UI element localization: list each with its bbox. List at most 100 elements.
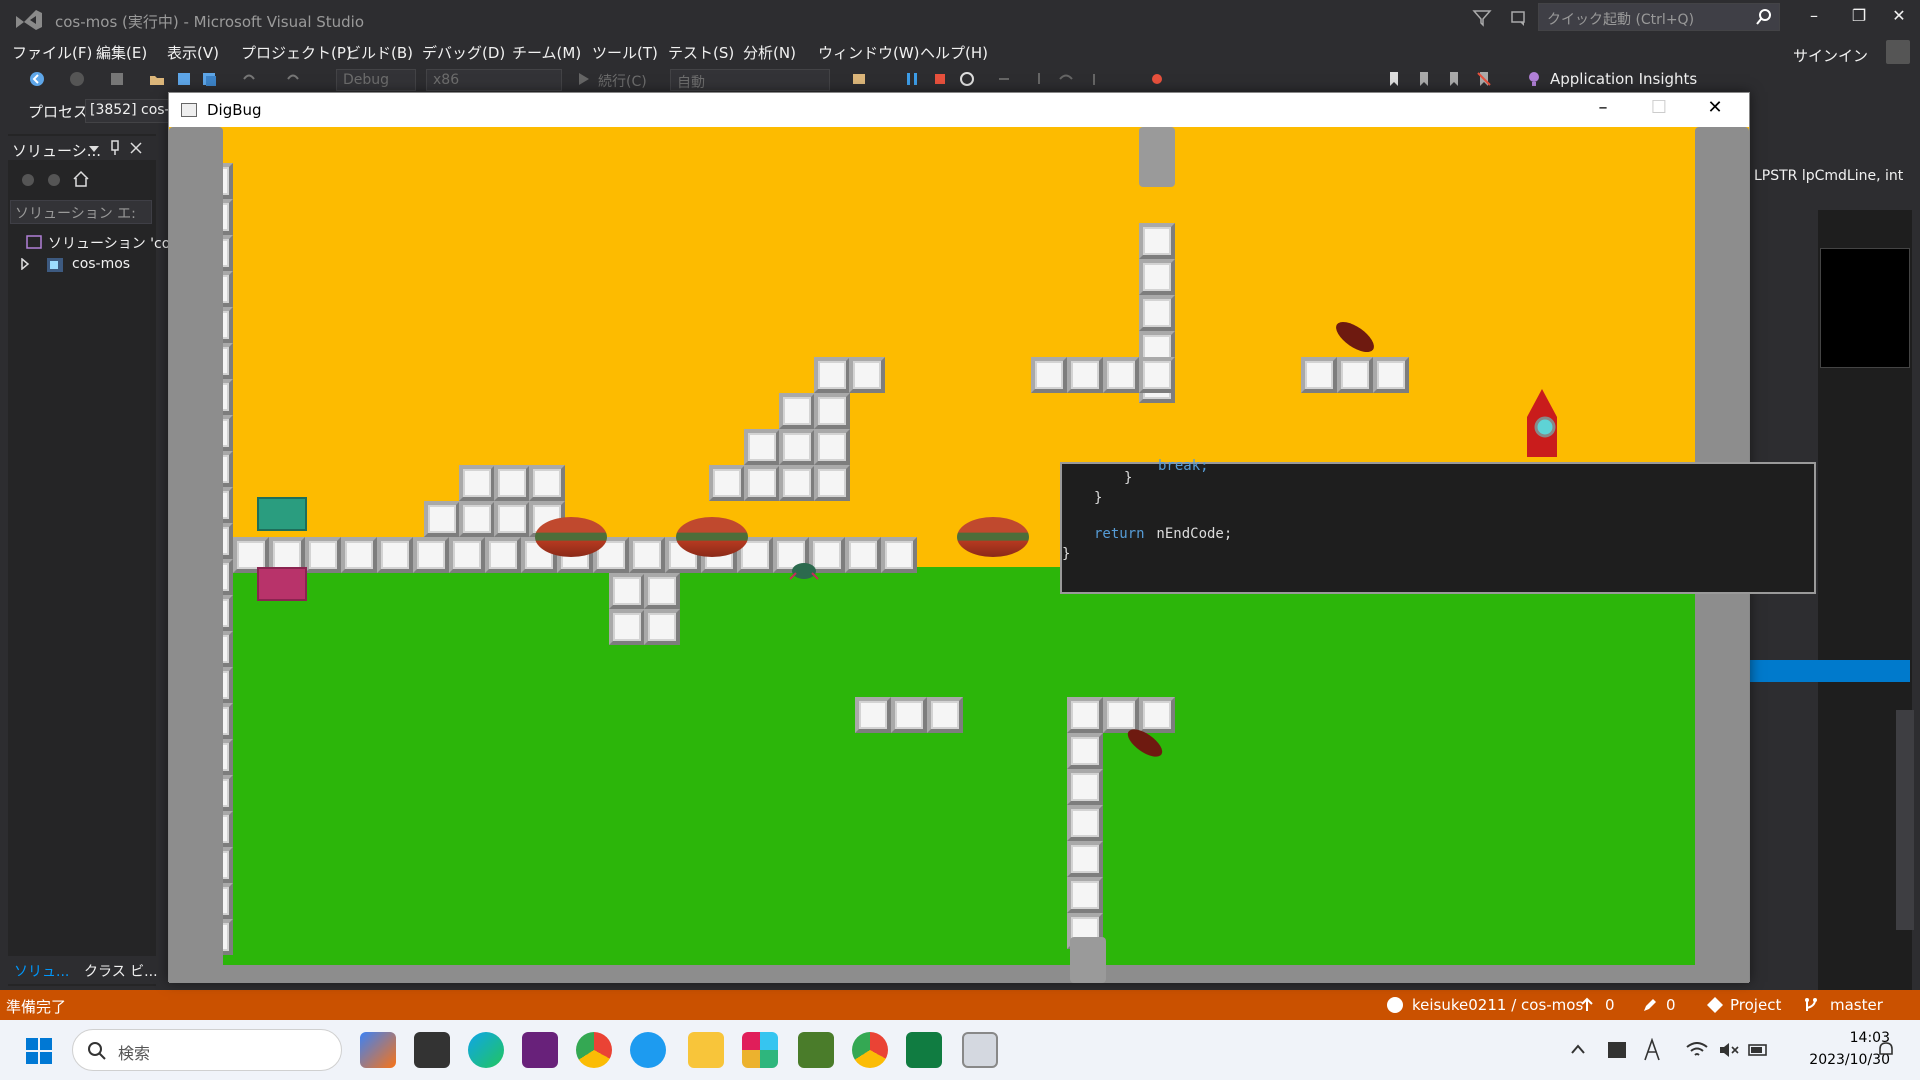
push-icon[interactable]: [1580, 997, 1594, 1013]
home-icon[interactable]: [72, 170, 90, 188]
menu-team[interactable]: チーム(M): [512, 42, 581, 63]
menu-file[interactable]: ファイル(F): [12, 42, 92, 63]
application-insights-button[interactable]: Application Insights: [1550, 70, 1697, 88]
process-select[interactable]: [3852] cos-m: [85, 99, 175, 123]
digbug-titlebar[interactable]: DigBug – ☐ ✕: [169, 93, 1749, 127]
solution-search-input[interactable]: ソリューション エ:: [10, 200, 152, 224]
maximize-icon[interactable]: ☐: [1639, 97, 1679, 123]
signin-link[interactable]: サインイン: [1793, 45, 1868, 66]
taskbar-search[interactable]: [72, 1029, 342, 1071]
slack-icon[interactable]: [742, 1032, 778, 1068]
save-all-icon[interactable]: [200, 70, 218, 88]
project-diamond-icon[interactable]: [1706, 996, 1724, 1014]
search-icon[interactable]: [1755, 8, 1773, 26]
menu-tools[interactable]: ツール(T): [592, 42, 658, 63]
menu-window[interactable]: ウィンドウ(W): [818, 42, 920, 63]
close-panel-icon[interactable]: [130, 142, 142, 154]
font-a-icon[interactable]: [1642, 1038, 1662, 1062]
project-item[interactable]: cos-mos: [72, 256, 130, 272]
edge-icon[interactable]: [468, 1032, 504, 1068]
project-indicator[interactable]: Project: [1730, 996, 1781, 1014]
step-over-icon[interactable]: [1057, 70, 1075, 88]
undo-icon[interactable]: [240, 70, 258, 88]
branch-icon[interactable]: [1802, 996, 1820, 1014]
bookmark-icon[interactable]: [1385, 70, 1403, 88]
visual-studio-icon[interactable]: [522, 1032, 558, 1068]
step-into-icon[interactable]: [1030, 70, 1048, 88]
close-icon[interactable]: ✕: [1695, 97, 1735, 123]
restart-icon[interactable]: [958, 70, 976, 88]
solution-root-item[interactable]: ソリューション 'cos: [48, 233, 178, 253]
file-explorer-icon[interactable]: [688, 1032, 724, 1068]
chrome-profile-icon[interactable]: [852, 1032, 888, 1068]
platform-select[interactable]: x86: [426, 69, 562, 91]
clock-date[interactable]: 2023/10/30: [1780, 1052, 1890, 1068]
menu-help[interactable]: ヘルプ(H): [920, 42, 988, 63]
step-out-icon[interactable]: [1085, 70, 1103, 88]
block-tile: [1139, 223, 1175, 259]
expand-arrow-icon[interactable]: [20, 258, 30, 270]
save-icon[interactable]: [175, 70, 193, 88]
wifi-icon[interactable]: [1686, 1042, 1708, 1058]
clock-time[interactable]: 14:03: [1790, 1030, 1890, 1046]
windows-start-icon[interactable]: [24, 1036, 54, 1066]
close-icon[interactable]: ✕: [1885, 6, 1913, 28]
member-dropdown[interactable]: LPSTR lpCmdLine, int: [1750, 166, 1910, 188]
back-icon[interactable]: [28, 70, 46, 88]
menu-analyze[interactable]: 分析(N): [743, 42, 796, 63]
copilot-icon[interactable]: [360, 1032, 396, 1068]
prev-bookmark-icon[interactable]: [1415, 70, 1433, 88]
pencil-icon[interactable]: [1642, 997, 1658, 1013]
feedback-icon[interactable]: [1510, 8, 1530, 28]
config-select[interactable]: Debug: [336, 69, 416, 91]
tab-solution-explorer[interactable]: ソリュ...: [14, 961, 69, 981]
branch-name[interactable]: master: [1830, 996, 1883, 1014]
volume-muted-icon[interactable]: [1718, 1042, 1740, 1058]
breakpoint-icon[interactable]: [1148, 70, 1166, 88]
status-bar: 準備完了 keisuke0211 / cos-mos 0 0 Project m…: [0, 990, 1920, 1020]
back-nav-icon[interactable]: [20, 172, 36, 188]
open-file-icon[interactable]: [148, 70, 166, 88]
notification-bell-icon[interactable]: [1876, 1040, 1896, 1060]
process-icon[interactable]: [850, 70, 868, 88]
forward-icon[interactable]: [68, 70, 86, 88]
menu-edit[interactable]: 編集(E): [96, 42, 147, 63]
menu-test[interactable]: テスト(S): [668, 42, 734, 63]
notification-filter-icon[interactable]: [1472, 8, 1492, 28]
redo-icon[interactable]: [284, 70, 302, 88]
minimize-icon[interactable]: –: [1583, 97, 1623, 123]
pin-icon[interactable]: [108, 140, 122, 156]
quick-launch-input[interactable]: クイック起動 (Ctrl+Q): [1538, 3, 1780, 31]
chrome-icon[interactable]: [576, 1032, 612, 1068]
tray-overflow-icon[interactable]: [1570, 1042, 1586, 1056]
menu-project[interactable]: プロジェクト(P): [241, 42, 352, 63]
continue-icon[interactable]: [575, 70, 593, 88]
repo-link[interactable]: keisuke0211 / cos-mos: [1412, 996, 1583, 1014]
stop-icon[interactable]: [931, 70, 949, 88]
menu-debug[interactable]: デバッグ(D): [422, 42, 505, 63]
continue-button[interactable]: 続行(C): [592, 69, 664, 91]
green-app-icon[interactable]: [798, 1032, 834, 1068]
clear-bookmarks-icon[interactable]: [1475, 70, 1493, 88]
minimize-icon[interactable]: –: [1800, 6, 1828, 28]
auto-select[interactable]: 自動: [670, 69, 830, 91]
restore-icon[interactable]: ❐: [1845, 6, 1873, 28]
user-account-icon[interactable]: [1886, 40, 1910, 64]
forward-nav-icon[interactable]: [46, 172, 62, 188]
menu-build[interactable]: ビルド(B): [346, 42, 413, 63]
pause-icon[interactable]: [903, 70, 921, 88]
task-view-icon[interactable]: [414, 1032, 450, 1068]
minimap-viewport[interactable]: [1820, 248, 1910, 368]
vertical-scrollbar[interactable]: [1896, 710, 1914, 930]
next-bookmark-icon[interactable]: [1445, 70, 1463, 88]
show-next-statement-icon[interactable]: [995, 70, 1013, 88]
dropdown-icon[interactable]: [88, 144, 100, 154]
input-method-icon[interactable]: [1606, 1040, 1628, 1060]
twitter-icon[interactable]: [630, 1032, 666, 1068]
tab-class-view[interactable]: クラス ビ...: [84, 961, 158, 981]
menu-view[interactable]: 表示(V): [167, 42, 219, 63]
digbug-task-icon[interactable]: [962, 1032, 998, 1068]
battery-icon[interactable]: [1748, 1042, 1770, 1058]
new-project-icon[interactable]: [108, 70, 126, 88]
excel-icon[interactable]: [906, 1032, 942, 1068]
